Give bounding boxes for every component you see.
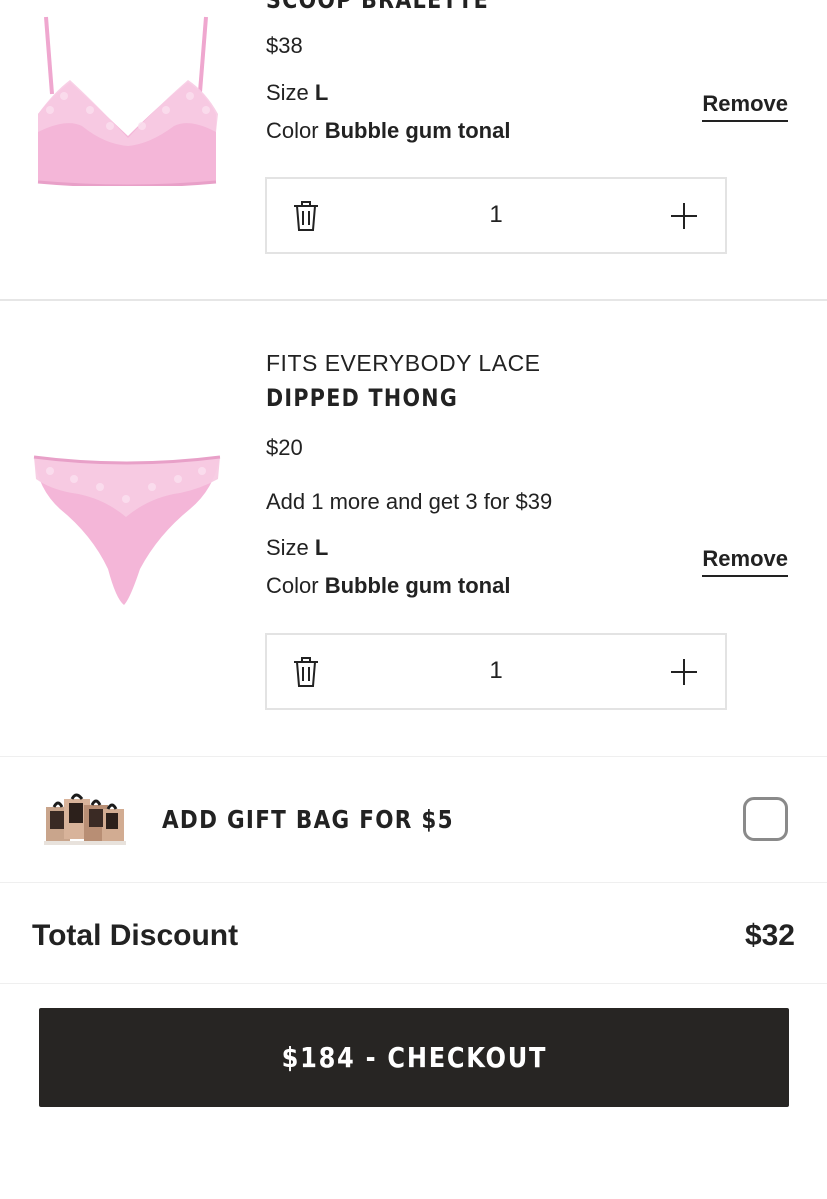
gift-bag-row: ADD GIFT BAG FOR $5 [0, 757, 827, 882]
product-price: $38 [266, 33, 303, 58]
total-discount-value: $32 [744, 919, 795, 952]
checkout-button-label: $184 - CHECKOUT [281, 1041, 547, 1074]
product-line: FITS EVERYBODY LACE [266, 350, 541, 376]
color-value: Bubble gum tonal [324, 118, 511, 143]
total-discount-label: Total Discount [32, 919, 239, 952]
product-size: Size L [266, 535, 328, 561]
color-label: Color [266, 573, 319, 598]
remove-button[interactable]: Remove [702, 546, 788, 577]
size-label: Size [266, 80, 309, 105]
remove-button[interactable]: Remove [702, 91, 788, 122]
product-image-bralette[interactable] [30, 14, 225, 186]
gift-bag-image [44, 793, 126, 845]
size-value: L [314, 80, 329, 105]
product-name: SCOOP BRALETTE [266, 0, 490, 14]
section-divider [0, 983, 827, 984]
quantity-stepper: 1 [265, 177, 727, 254]
size-label: Size [266, 535, 309, 560]
product-price: $20 [266, 435, 303, 460]
checkout-button[interactable]: $184 - CHECKOUT [39, 1008, 789, 1107]
color-label: Color [266, 118, 319, 143]
product-name: DIPPED THONG [266, 384, 459, 412]
cart-item: FITS EVERYBODY LACE DIPPED THONG $20 Add… [0, 301, 827, 756]
plus-icon[interactable] [669, 657, 699, 687]
product-size: Size L [266, 80, 328, 106]
total-discount-row: Total Discount $32 [0, 883, 827, 983]
plus-icon[interactable] [669, 201, 699, 231]
color-value: Bubble gum tonal [324, 573, 511, 598]
product-color: Color Bubble gum tonal [266, 573, 510, 599]
size-value: L [314, 535, 329, 560]
promo-message: Add 1 more and get 3 for $39 [266, 489, 553, 514]
gift-bag-label: ADD GIFT BAG FOR $5 [162, 805, 454, 834]
quantity-stepper: 1 [265, 633, 727, 710]
product-color: Color Bubble gum tonal [266, 118, 510, 144]
quantity-value: 1 [489, 201, 503, 228]
gift-bag-checkbox[interactable] [743, 797, 788, 841]
product-image-thong[interactable] [30, 449, 225, 609]
quantity-value: 1 [489, 657, 503, 684]
cart-item: SCOOP BRALETTE $38 Size L Color Bubble g… [0, 0, 827, 300]
cart-page: SCOOP BRALETTE $38 Size L Color Bubble g… [0, 0, 827, 1199]
